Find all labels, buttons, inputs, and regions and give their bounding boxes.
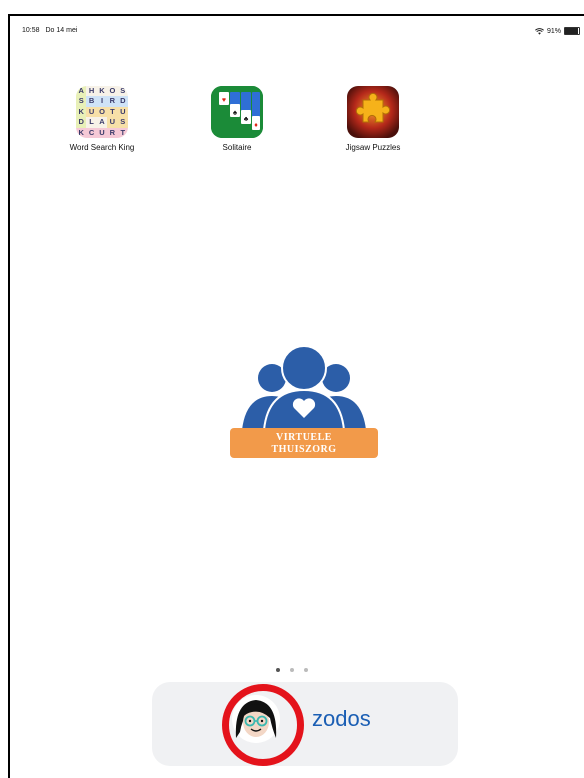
word-search-letter: C (86, 127, 97, 138)
status-date: Do 14 mei (45, 27, 78, 34)
word-search-letter: L (89, 117, 94, 127)
word-search-letter: T (117, 127, 128, 138)
word-search-letter: K (76, 127, 87, 138)
word-search-letter: K (76, 106, 87, 118)
app-jigsaw-puzzles[interactable]: Jigsaw Puzzles (313, 86, 433, 152)
word-search-letter: U (117, 106, 128, 118)
word-search-letter: R (107, 127, 118, 138)
word-search-letter: A (99, 117, 105, 127)
word-search-letter: U (96, 127, 108, 138)
status-time: 10:58 (22, 27, 40, 34)
word-search-icon[interactable]: AHKOSSBIRDKUOTUDLAUSKCURT (76, 86, 128, 138)
svg-text:♣: ♣ (244, 116, 249, 123)
word-search-grid: AHKOSSBIRDKUOTUDLAUSKCURT (76, 86, 128, 138)
svg-text:♥: ♥ (222, 97, 226, 104)
word-search-letter: S (117, 117, 128, 128)
app-label: Solitaire (222, 143, 252, 152)
word-search-letter: T (107, 106, 118, 118)
solitaire-cards-graphic: ♥ ♠ ♣ ♦ (211, 86, 263, 138)
word-search-letter: R (107, 96, 118, 107)
jigsaw-graphic (347, 86, 399, 138)
battery-icon (564, 27, 580, 35)
battery-percent: 91% (546, 27, 561, 35)
dock-app-zodos[interactable]: zodos (312, 706, 371, 732)
status-time-date: 10:58 Do 14 mei (22, 27, 77, 34)
jigsaw-icon[interactable] (347, 86, 399, 138)
dock (152, 682, 458, 766)
logo-text-line2: THUISZORG (271, 444, 337, 455)
status-right: 91% (535, 27, 580, 35)
page-dot (290, 668, 294, 672)
word-search-letter: O (109, 86, 116, 95)
word-search-letter: S (76, 96, 87, 107)
logo-text-line1: VIRTUELE (276, 432, 332, 443)
page-dot (304, 668, 309, 672)
word-search-letter: S (120, 86, 126, 95)
app-solitaire[interactable]: ♥ ♠ ♣ ♦ Solitaire (177, 86, 297, 152)
page-indicator[interactable] (0, 659, 584, 677)
svg-text:♦: ♦ (254, 122, 258, 129)
word-search-letter: I (96, 96, 108, 107)
app-label: Word Search King (69, 143, 135, 152)
wifi-icon (535, 27, 544, 35)
status-bar: 10:58 Do 14 mei 91% (22, 27, 580, 39)
word-search-letter: D (76, 117, 87, 128)
page-dot (275, 668, 280, 672)
word-search-letter: A (76, 86, 87, 97)
battery-fill (565, 28, 578, 34)
highlight-circle (222, 684, 304, 766)
app-label: Jigsaw Puzzles (345, 143, 401, 152)
word-search-letter: H (88, 86, 95, 95)
word-search-letter: D (117, 96, 128, 107)
word-search-letter: U (86, 106, 97, 118)
virtuele-thuiszorg-logo: VIRTUELE THUISZORG (224, 344, 384, 464)
app-word-search-king[interactable]: AHKOSSBIRDKUOTUDLAUSKCURT Word Search Ki… (42, 86, 162, 152)
solitaire-icon[interactable]: ♥ ♠ ♣ ♦ (211, 86, 263, 138)
word-search-letter: K (99, 86, 105, 95)
word-search-letter: B (86, 96, 97, 107)
word-search-letter: U (107, 117, 118, 128)
word-search-letter: O (96, 106, 108, 118)
